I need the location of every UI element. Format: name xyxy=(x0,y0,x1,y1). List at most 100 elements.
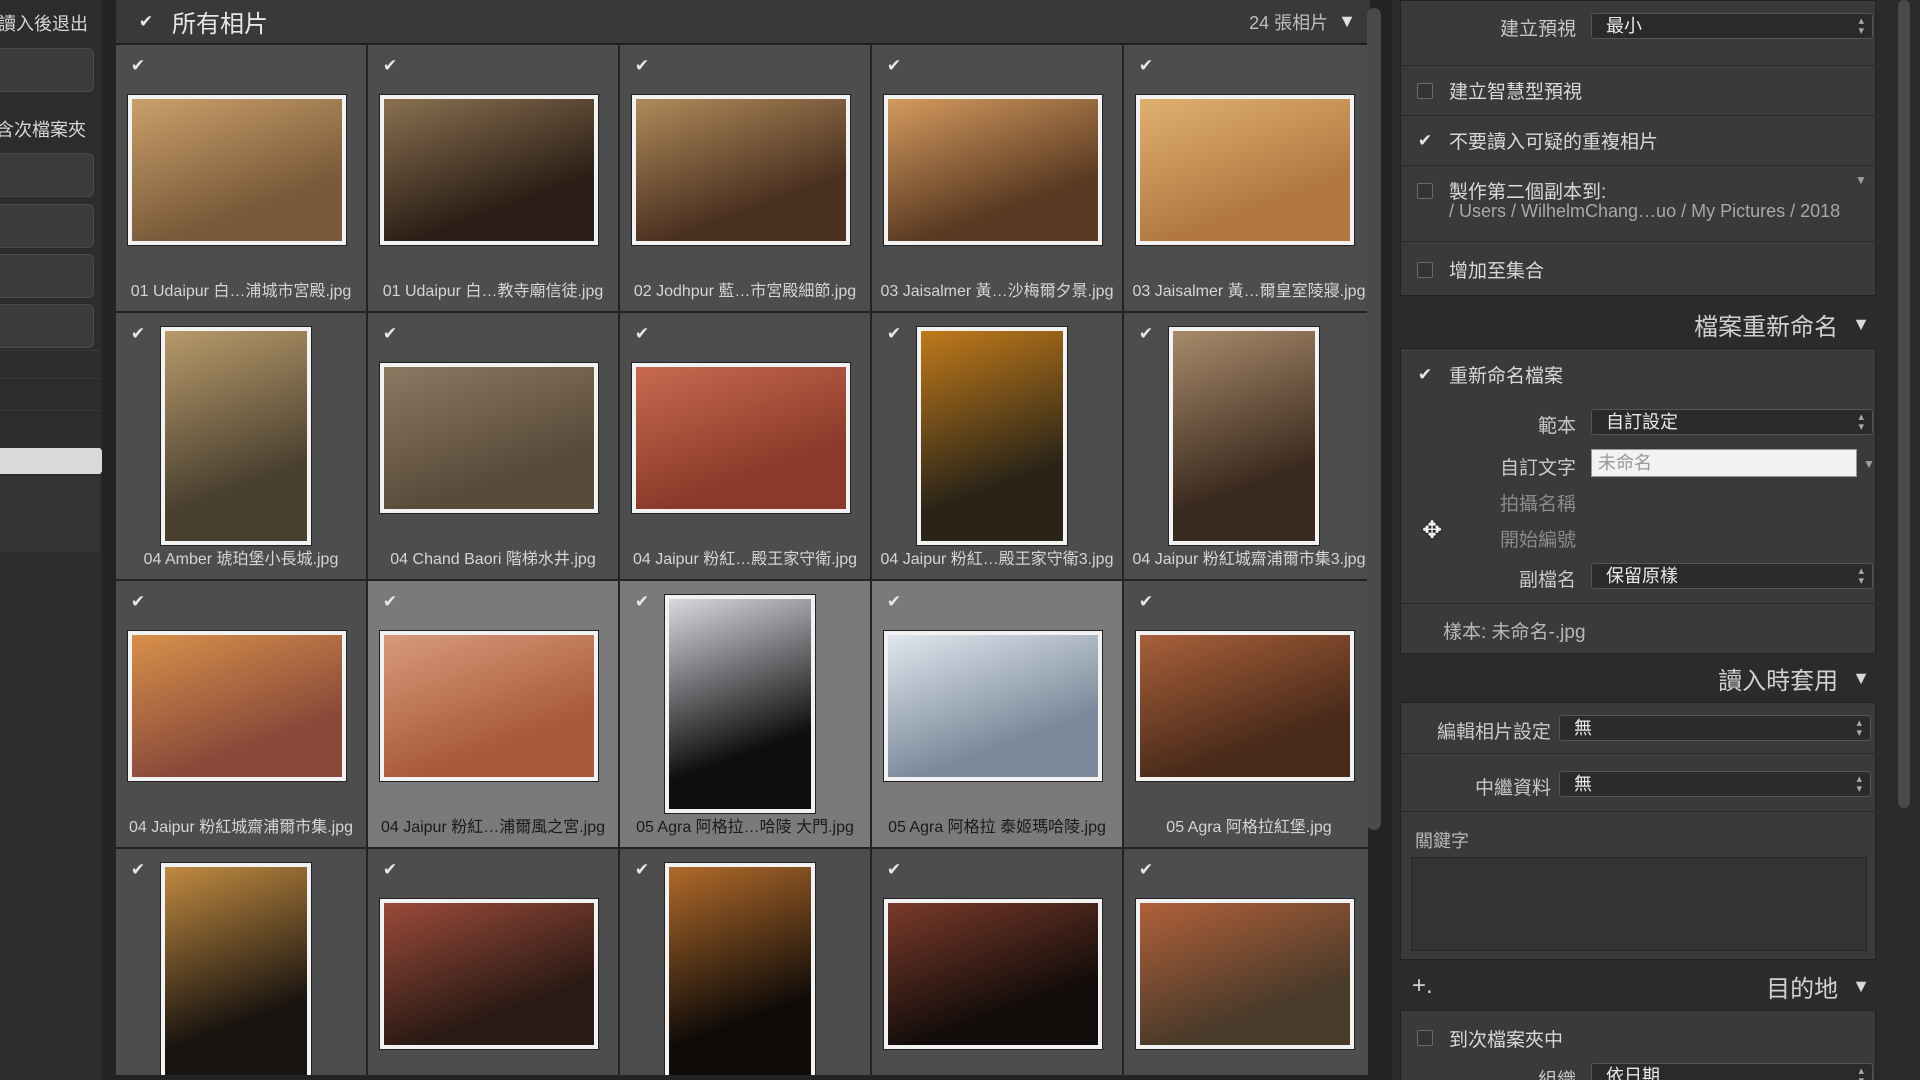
photo-checkbox[interactable]: ✔ xyxy=(130,325,146,342)
photo-thumbnail[interactable] xyxy=(884,631,1102,781)
photo-checkbox[interactable]: ✔ xyxy=(634,861,650,878)
photo-checkbox[interactable]: ✔ xyxy=(886,57,902,74)
photo-checkbox[interactable]: ✔ xyxy=(130,57,146,74)
photo-checkbox[interactable]: ✔ xyxy=(886,325,902,342)
photo-thumbnail[interactable] xyxy=(128,95,346,245)
into-subfolder-row[interactable]: ✔ 到次檔案夾中 xyxy=(1401,1023,1875,1053)
photo-cell[interactable]: ✔ 05 Agra 阿格拉 泰姬瑪哈陵.jpg xyxy=(872,581,1122,847)
organize-select[interactable]: 依日期 ▴▾ xyxy=(1591,1063,1873,1080)
photo-thumbnail[interactable] xyxy=(632,363,850,513)
add-collection-row[interactable]: ✔ 增加至集合 xyxy=(1401,241,1875,297)
photo-cell[interactable]: ✔ 01 Udaipur 白…教寺廟信徒.jpg xyxy=(368,45,618,311)
no-duplicates-row[interactable]: ✔ 不要讀入可疑的重複相片 xyxy=(1401,115,1875,165)
left-button-5[interactable] xyxy=(0,304,94,348)
photo-thumbnail[interactable] xyxy=(161,863,311,1075)
photo-thumbnail[interactable] xyxy=(917,327,1067,545)
photo-cell[interactable]: ✔ 05 Agra 阿格拉紅堡.jpg xyxy=(1124,581,1368,847)
photo-thumbnail[interactable] xyxy=(128,631,346,781)
photo-cell[interactable]: ✔ 04 Amber 琥珀堡小長城.jpg xyxy=(116,313,366,579)
photo-checkbox[interactable]: ✔ xyxy=(634,593,650,610)
photo-thumbnail[interactable] xyxy=(1136,899,1354,1049)
no-duplicates-checkbox[interactable]: ✔ xyxy=(1417,132,1433,149)
photo-cell[interactable]: ✔ 03 Jaisalmer 黃…沙梅爾夕景.jpg xyxy=(872,45,1122,311)
photo-thumbnail[interactable] xyxy=(884,899,1102,1049)
photo-cell[interactable]: ✔ 04 Jaipur 粉紅…浦爾風之宮.jpg xyxy=(368,581,618,847)
photo-cell[interactable]: ✔ 04 Chand Baori 階梯水井.jpg xyxy=(368,313,618,579)
grid-scrollbar[interactable] xyxy=(1367,8,1381,830)
photo-cell[interactable]: ✔ xyxy=(368,849,618,1075)
photo-thumbnail[interactable] xyxy=(665,595,815,813)
photo-thumbnail[interactable] xyxy=(884,95,1102,245)
panel-scrollbar[interactable] xyxy=(1898,0,1910,808)
shoot-name-label: 拍攝名稱 xyxy=(1499,494,1576,515)
photo-checkbox[interactable]: ✔ xyxy=(1138,57,1154,74)
left-button-1[interactable] xyxy=(0,48,94,92)
file-renaming-header[interactable]: 檔案重新命名 ▼ xyxy=(1400,302,1876,346)
selected-source-item[interactable] xyxy=(0,448,102,474)
sort-dropdown-icon[interactable]: ▼ xyxy=(1338,11,1356,32)
custom-text-dropdown-icon[interactable]: ▼ xyxy=(1863,457,1875,471)
photo-thumbnail[interactable] xyxy=(380,899,598,1049)
build-preview-select[interactable]: 最小 ▴ ▾ xyxy=(1591,13,1873,39)
photo-checkbox[interactable]: ✔ xyxy=(886,861,902,878)
photo-cell[interactable]: ✔ 04 Jaipur 粉紅城齋浦爾市集.jpg xyxy=(116,581,366,847)
extension-select[interactable]: 保留原樣 ▴ ▾ xyxy=(1591,563,1873,589)
smart-preview-checkbox[interactable]: ✔ xyxy=(1417,82,1433,99)
second-copy-path[interactable]: / Users / WilhelmChang…uo / My Pictures … xyxy=(1449,201,1840,222)
left-button-3[interactable] xyxy=(0,204,94,248)
add-folder-icon[interactable]: +. xyxy=(1412,972,1433,1000)
second-copy-dropdown-icon[interactable]: ▼ xyxy=(1855,173,1867,187)
left-button-2[interactable] xyxy=(0,153,94,197)
photo-cell[interactable]: ✔ xyxy=(116,849,366,1075)
metadata-select[interactable]: 無 ▴ ▾ xyxy=(1559,771,1871,797)
apply-during-import-header[interactable]: 讀入時套用 ▼ xyxy=(1400,656,1876,700)
select-all-checkbox[interactable]: ✔ xyxy=(138,13,154,30)
destination-header[interactable]: 目的地 ▼ xyxy=(1400,964,1876,1008)
photo-cell[interactable]: ✔ 03 Jaisalmer 黃…爾皇室陵寢.jpg xyxy=(1124,45,1368,311)
photo-checkbox[interactable]: ✔ xyxy=(382,593,398,610)
photo-cell[interactable]: ✔ 04 Jaipur 粉紅…殿王家守衛.jpg xyxy=(620,313,870,579)
photo-checkbox[interactable]: ✔ xyxy=(130,861,146,878)
photo-checkbox[interactable]: ✔ xyxy=(634,325,650,342)
photo-thumbnail[interactable] xyxy=(380,363,598,513)
keywords-textarea[interactable] xyxy=(1411,857,1867,951)
template-select[interactable]: 自訂設定 ▴ ▾ xyxy=(1591,409,1873,435)
photo-thumbnail[interactable] xyxy=(1136,631,1354,781)
left-button-4[interactable] xyxy=(0,254,94,298)
rename-files-row[interactable]: ✔ 重新命名檔案 xyxy=(1401,359,1875,389)
collapse-triangle-icon[interactable]: ▼ xyxy=(1852,314,1870,335)
photo-thumbnail[interactable] xyxy=(665,863,815,1075)
photo-checkbox[interactable]: ✔ xyxy=(382,325,398,342)
photo-thumbnail[interactable] xyxy=(380,95,598,245)
photo-cell[interactable]: ✔ 05 Agra 阿格拉…哈陵 大門.jpg xyxy=(620,581,870,847)
photo-cell[interactable]: ✔ xyxy=(872,849,1122,1075)
photo-checkbox[interactable]: ✔ xyxy=(130,593,146,610)
photo-cell[interactable]: ✔ 02 Jodhpur 藍…市宮殿細節.jpg xyxy=(620,45,870,311)
photo-checkbox[interactable]: ✔ xyxy=(886,593,902,610)
photo-thumbnail[interactable] xyxy=(632,95,850,245)
photo-thumbnail[interactable] xyxy=(1169,327,1319,545)
add-collection-checkbox[interactable]: ✔ xyxy=(1417,261,1433,278)
photo-thumbnail[interactable] xyxy=(161,327,311,545)
smart-preview-row[interactable]: ✔ 建立智慧型預視 xyxy=(1401,65,1875,115)
photo-checkbox[interactable]: ✔ xyxy=(1138,593,1154,610)
photo-cell[interactable]: ✔ xyxy=(620,849,870,1075)
photo-checkbox[interactable]: ✔ xyxy=(1138,861,1154,878)
collapse-triangle-icon[interactable]: ▼ xyxy=(1852,668,1870,689)
photo-checkbox[interactable]: ✔ xyxy=(1138,325,1154,342)
photo-checkbox[interactable]: ✔ xyxy=(382,57,398,74)
into-subfolder-checkbox[interactable]: ✔ xyxy=(1417,1030,1433,1046)
photo-cell[interactable]: ✔ 04 Jaipur 粉紅城齋浦爾市集3.jpg xyxy=(1124,313,1368,579)
photo-cell[interactable]: ✔ 01 Udaipur 白…浦城市宮殿.jpg xyxy=(116,45,366,311)
collapse-triangle-icon[interactable]: ▼ xyxy=(1852,976,1870,997)
custom-text-input[interactable]: 未命名 xyxy=(1591,449,1857,477)
photo-checkbox[interactable]: ✔ xyxy=(382,861,398,878)
second-copy-checkbox[interactable]: ✔ xyxy=(1417,182,1433,199)
photo-cell[interactable]: ✔ xyxy=(1124,849,1368,1075)
photo-thumbnail[interactable] xyxy=(380,631,598,781)
develop-settings-select[interactable]: 無 ▴ ▾ xyxy=(1559,715,1871,741)
photo-checkbox[interactable]: ✔ xyxy=(634,57,650,74)
photo-cell[interactable]: ✔ 04 Jaipur 粉紅…殿王家守衛3.jpg xyxy=(872,313,1122,579)
photo-thumbnail[interactable] xyxy=(1136,95,1354,245)
rename-files-checkbox[interactable]: ✔ xyxy=(1417,366,1433,383)
